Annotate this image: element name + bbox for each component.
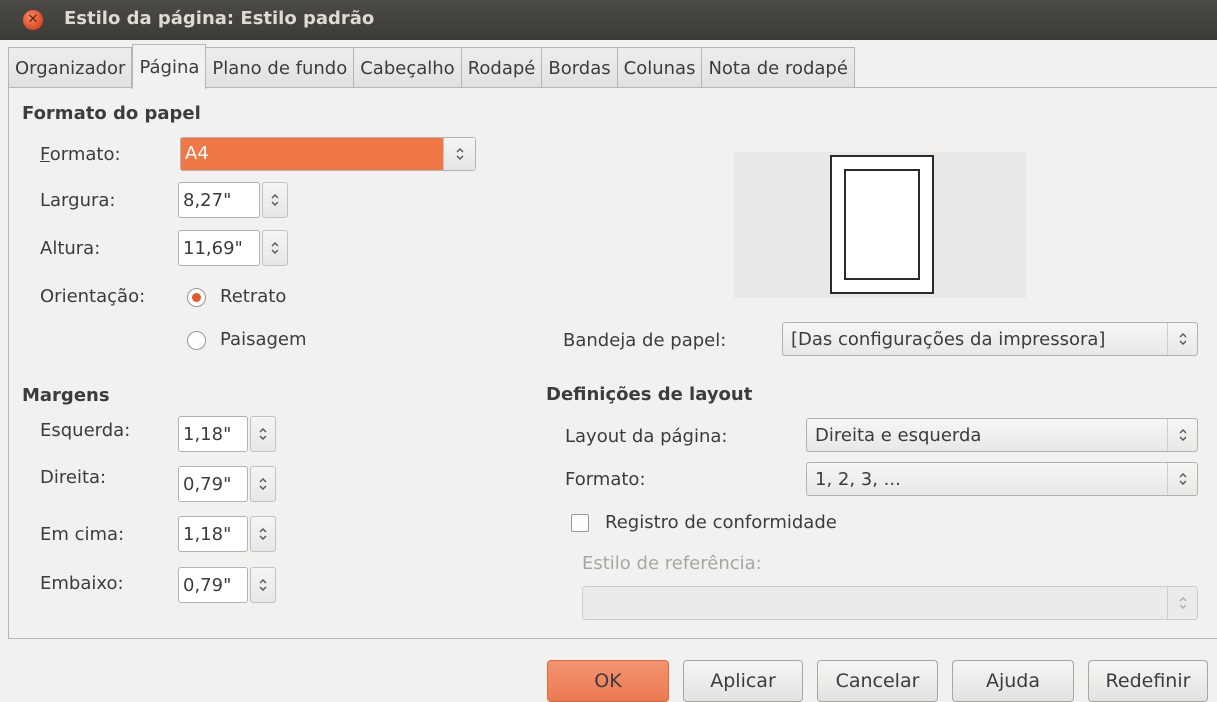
reference-style-combo[interactable] xyxy=(582,586,1198,620)
height-label: Altura: xyxy=(40,238,100,259)
window-title: Estilo da página: Estilo padrão xyxy=(64,8,375,29)
bottom-margin-stepper[interactable] xyxy=(250,567,276,603)
right-margin-field[interactable]: 0,79" xyxy=(178,466,248,502)
top-margin-label: Em cima: xyxy=(40,524,125,545)
width-label-text: Largura: xyxy=(40,190,116,211)
updown-arrows-icon[interactable] xyxy=(1167,419,1197,451)
tab-cabecalho[interactable]: Cabeçalho xyxy=(354,47,462,89)
cancel-button[interactable]: Cancelar xyxy=(817,660,938,702)
format-label-text: ormato: xyxy=(49,144,121,165)
numbering-format-value: 1, 2, 3, ... xyxy=(815,468,901,490)
width-stepper[interactable] xyxy=(262,182,288,218)
height-field[interactable]: 11,69" xyxy=(178,230,260,266)
left-margin-field[interactable]: 1,18" xyxy=(178,416,248,452)
page-layout-value: Direita e esquerda xyxy=(815,424,982,446)
right-margin-stepper[interactable] xyxy=(250,466,276,502)
tab-plano-de-fundo[interactable]: Plano de fundo xyxy=(206,47,355,89)
top-margin-stepper[interactable] xyxy=(250,516,276,552)
apply-button[interactable]: Aplicar xyxy=(683,660,803,702)
help-button[interactable]: Ajuda xyxy=(952,660,1074,702)
close-icon[interactable]: ✕ xyxy=(23,10,43,30)
bottom-margin-label: Embaixo: xyxy=(40,573,124,594)
landscape-label[interactable]: Paisagem xyxy=(220,329,307,350)
portrait-radio[interactable] xyxy=(187,288,206,307)
right-margin-label: Direita: xyxy=(40,467,107,488)
layout-heading: Definições de layout xyxy=(546,384,753,405)
title-bar: ✕ Estilo da página: Estilo padrão xyxy=(0,0,1217,40)
format-combo[interactable]: A4 xyxy=(180,137,476,171)
register-true-checkbox[interactable] xyxy=(571,514,589,532)
updown-arrows-icon[interactable] xyxy=(1167,463,1197,495)
tab-pagina[interactable]: Página xyxy=(132,44,207,89)
height-stepper[interactable] xyxy=(262,230,288,266)
updown-arrows-icon[interactable] xyxy=(443,138,475,170)
tab-rodape[interactable]: Rodapé xyxy=(461,47,543,89)
orientation-label: Orientação: xyxy=(40,286,146,307)
numbering-format-combo[interactable]: 1, 2, 3, ... xyxy=(806,462,1198,496)
paper-tray-value: [Das configurações da impressora] xyxy=(791,328,1106,350)
paper-tray-label: Bandeja de papel: xyxy=(563,330,727,351)
tab-bar: Organizador Página Plano de fundo Cabeça… xyxy=(8,44,855,89)
margins-heading: Margens xyxy=(22,385,110,406)
ok-button[interactable]: OK xyxy=(547,660,669,702)
width-label: Largura: xyxy=(40,190,115,211)
portrait-label[interactable]: Retrato xyxy=(220,286,286,307)
reset-button[interactable]: Redefinir xyxy=(1088,660,1208,702)
format-label: Formato: xyxy=(40,144,121,165)
bottom-margin-field[interactable]: 0,79" xyxy=(178,567,248,603)
left-margin-label: Esquerda: xyxy=(40,420,131,441)
updown-arrows-icon[interactable] xyxy=(1167,587,1197,619)
tab-bordas[interactable]: Bordas xyxy=(542,47,618,89)
reference-style-label: Estilo de referência: xyxy=(582,553,762,574)
register-true-label[interactable]: Registro de conformidade xyxy=(605,512,837,533)
numbering-format-label: Formato: xyxy=(565,469,646,490)
paper-tray-combo[interactable]: [Das configurações da impressora] xyxy=(782,322,1198,356)
left-margin-stepper[interactable] xyxy=(250,416,276,452)
tab-organizador[interactable]: Organizador xyxy=(8,47,133,89)
updown-arrows-icon[interactable] xyxy=(1167,323,1197,355)
preview-page-outline xyxy=(830,155,934,294)
tab-colunas[interactable]: Colunas xyxy=(617,47,703,89)
tab-nota-de-rodape[interactable]: Nota de rodapé xyxy=(702,47,855,89)
preview-page-margins xyxy=(844,169,920,280)
page-layout-combo[interactable]: Direita e esquerda xyxy=(806,418,1198,452)
page-layout-label: Layout da página: xyxy=(565,426,728,447)
format-selected-value: A4 xyxy=(181,138,444,170)
height-label-text: Altura: xyxy=(40,238,101,259)
top-margin-field[interactable]: 1,18" xyxy=(178,516,248,552)
width-field[interactable]: 8,27" xyxy=(178,182,260,218)
page-preview xyxy=(734,152,1026,298)
landscape-radio[interactable] xyxy=(187,331,206,350)
paper-format-heading: Formato do papel xyxy=(22,103,201,124)
